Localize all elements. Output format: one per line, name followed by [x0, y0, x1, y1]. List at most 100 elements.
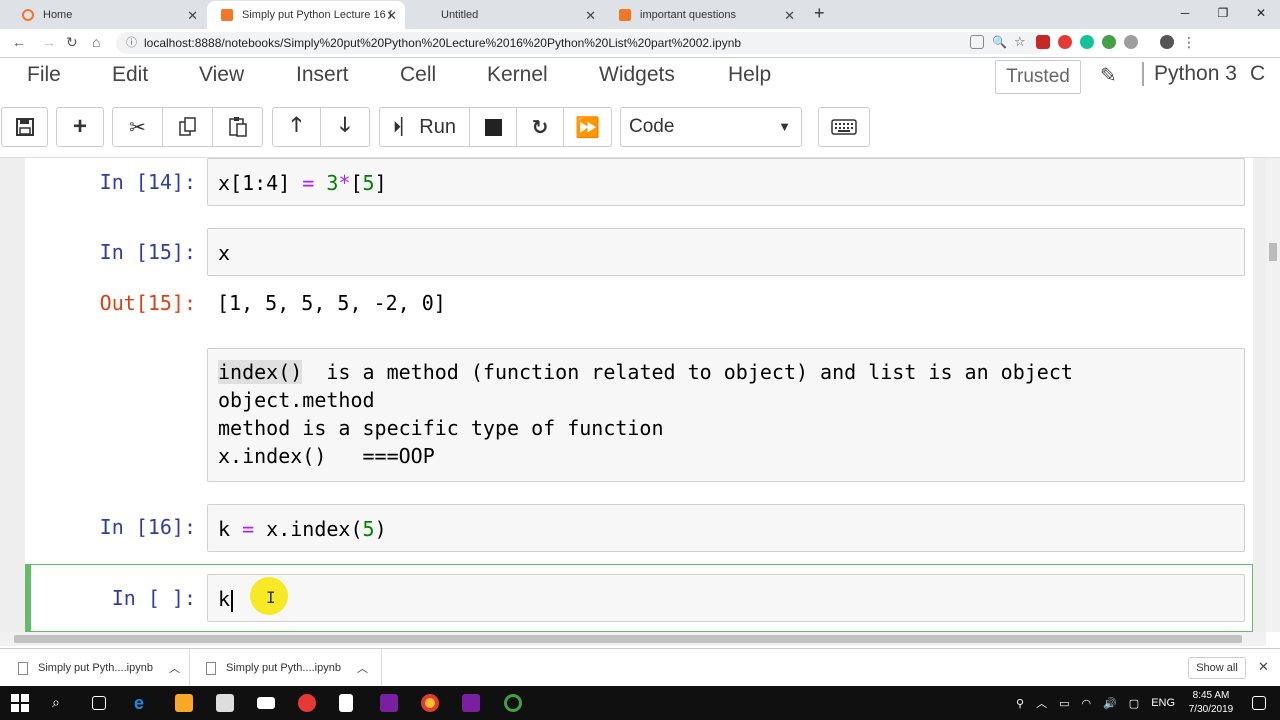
wifi-icon[interactable]: ◠ — [1081, 697, 1091, 710]
chrome-icon[interactable] — [421, 694, 439, 712]
paste-icon[interactable] — [213, 108, 262, 146]
notifications-icon[interactable] — [1252, 696, 1266, 710]
back-icon[interactable]: ← — [12, 34, 26, 50]
restart-icon[interactable]: ↻ — [517, 108, 564, 146]
home-icon[interactable]: ⌂ — [92, 34, 100, 50]
cell-output: [1, 5, 5, 5, -2, 0] — [217, 291, 446, 315]
windows-start-icon[interactable] — [11, 694, 29, 712]
app-ring-icon[interactable] — [504, 694, 522, 712]
copy-icon[interactable] — [163, 108, 213, 146]
jupyter-menubar: File Edit View Insert Cell Kernel Widget… — [0, 58, 1280, 100]
close-downloads-icon[interactable]: ✕ — [1258, 659, 1269, 675]
reload-icon[interactable]: ↻ — [66, 34, 78, 51]
new-tab-icon[interactable]: + — [814, 3, 825, 24]
edge-icon[interactable]: e — [134, 694, 152, 712]
close-tab-icon[interactable]: ✕ — [784, 8, 795, 24]
markdown-cell[interactable]: index() is a method (function related to… — [207, 348, 1245, 482]
jupyter-favicon-icon — [22, 9, 34, 21]
file-icon — [206, 661, 216, 675]
download-item[interactable]: Simply put Pyth....ipynb ︿ — [18, 649, 190, 687]
close-tab-icon[interactable]: ✕ — [585, 8, 596, 24]
cast-icon[interactable] — [970, 35, 984, 49]
file-explorer-icon[interactable] — [175, 694, 193, 712]
browser-tab-untitled[interactable]: Untitled ✕ — [406, 1, 604, 29]
chevron-up-icon[interactable]: ︿ — [169, 660, 180, 676]
vertical-scrollbar[interactable] — [1266, 158, 1280, 632]
menu-widgets[interactable]: Widgets — [599, 63, 675, 87]
menu-cell[interactable]: Cell — [400, 63, 436, 87]
search-icon[interactable]: ⌕ — [52, 694, 70, 712]
language-indicator[interactable]: ENG — [1151, 697, 1175, 709]
menu-insert[interactable]: Insert — [296, 63, 349, 87]
restart-run-all-icon[interactable]: ⏩ — [564, 108, 611, 146]
mail-icon[interactable] — [257, 697, 275, 709]
cell-prompt: In [ ]: — [111, 586, 196, 610]
task-view-icon[interactable] — [92, 696, 106, 710]
move-down-icon[interactable]: 🡓 — [321, 108, 369, 146]
chrome-menu-icon[interactable]: ⋮ — [1182, 35, 1196, 49]
move-up-icon[interactable]: 🡑 — [273, 108, 321, 146]
active-code-cell-input[interactable]: k — [207, 574, 1245, 622]
volume-icon[interactable]: 🔊 — [1103, 697, 1117, 710]
chevron-up-icon[interactable]: ︿ — [1036, 695, 1047, 711]
zoom-icon[interactable]: 🔍 — [992, 35, 1007, 49]
code-token: x.index( — [254, 517, 363, 541]
info-icon[interactable]: ⓘ — [126, 32, 137, 54]
add-cell-icon[interactable]: + — [57, 108, 103, 146]
opera-icon[interactable] — [298, 694, 316, 712]
url-input[interactable]: ⓘ localhost:8888/notebooks/Simply%20put%… — [116, 32, 1046, 54]
trusted-indicator[interactable]: Trusted — [995, 60, 1081, 94]
save-icon[interactable] — [2, 108, 47, 146]
store-icon[interactable] — [216, 694, 234, 712]
edit-pencil-icon[interactable]: ✎ — [1100, 63, 1117, 88]
interrupt-icon[interactable] — [470, 108, 517, 146]
cut-icon[interactable]: ✂ — [113, 108, 163, 146]
browser-tab-important[interactable]: important questions ✕ — [605, 1, 803, 29]
maximize-icon[interactable]: ❐ — [1204, 0, 1242, 29]
document-icon[interactable] — [339, 694, 353, 712]
code-cell-input[interactable]: x[1:4] = 3*[5] — [207, 158, 1245, 206]
people-icon[interactable]: ⚲ — [1016, 697, 1024, 710]
close-tab-icon[interactable]: ✕ — [187, 8, 198, 24]
forward-icon[interactable]: → — [42, 34, 56, 50]
grammarly-icon[interactable] — [1080, 35, 1094, 49]
scrollbar-thumb[interactable] — [1269, 243, 1277, 261]
menu-edit[interactable]: Edit — [112, 63, 148, 87]
blank-favicon-icon — [420, 9, 432, 21]
scrollbar-thumb[interactable] — [14, 635, 1242, 643]
message-icon[interactable]: ▢ — [1129, 697, 1139, 710]
onenote-icon[interactable] — [462, 694, 480, 712]
code-cell-input[interactable]: x — [207, 228, 1245, 276]
extension-green-icon[interactable] — [1102, 35, 1116, 49]
extension-m-icon[interactable] — [1036, 35, 1050, 49]
close-window-icon[interactable]: ✕ — [1242, 0, 1280, 29]
horizontal-scrollbar[interactable] — [0, 632, 1266, 646]
minimize-icon[interactable]: ─ — [1166, 0, 1204, 29]
show-all-button[interactable]: Show all — [1188, 657, 1246, 679]
run-button[interactable]: ⏵▏ Run — [380, 108, 470, 146]
cell-type-select[interactable]: Code ▼ — [620, 107, 802, 147]
close-tab-icon[interactable]: ✕ — [386, 8, 397, 24]
browser-tab-home[interactable]: Home ✕ — [8, 1, 206, 29]
command-palette-button[interactable] — [818, 107, 870, 147]
battery-icon[interactable]: ▭ — [1059, 697, 1069, 710]
adblock-icon[interactable] — [1058, 35, 1072, 49]
bookmark-star-icon[interactable]: ☆ — [1014, 35, 1028, 49]
chevron-up-icon[interactable]: ︿ — [357, 660, 368, 676]
extension-gray-icon[interactable] — [1124, 35, 1138, 49]
clock[interactable]: 8:45 AM 7/30/2019 — [1186, 689, 1236, 717]
download-item[interactable]: Simply put Pyth....ipynb ︿ — [206, 649, 382, 687]
app-g-icon[interactable] — [380, 694, 398, 712]
code-token: ] — [374, 171, 387, 195]
code-token: ) — [374, 517, 387, 541]
menu-view[interactable]: View — [199, 63, 244, 87]
code-cell-input[interactable]: k = x.index(5) — [207, 504, 1245, 552]
profile-avatar[interactable] — [1160, 35, 1174, 49]
menu-kernel[interactable]: Kernel — [487, 63, 548, 87]
menu-file[interactable]: File — [27, 63, 61, 87]
markdown-text: is a method (function related to object)… — [302, 360, 1073, 384]
browser-tab-lecture[interactable]: Simply put Python Lecture 16 Py ✕ — [207, 1, 405, 29]
ibeam-cursor-icon: I — [266, 588, 276, 607]
menu-help[interactable]: Help — [728, 63, 771, 87]
